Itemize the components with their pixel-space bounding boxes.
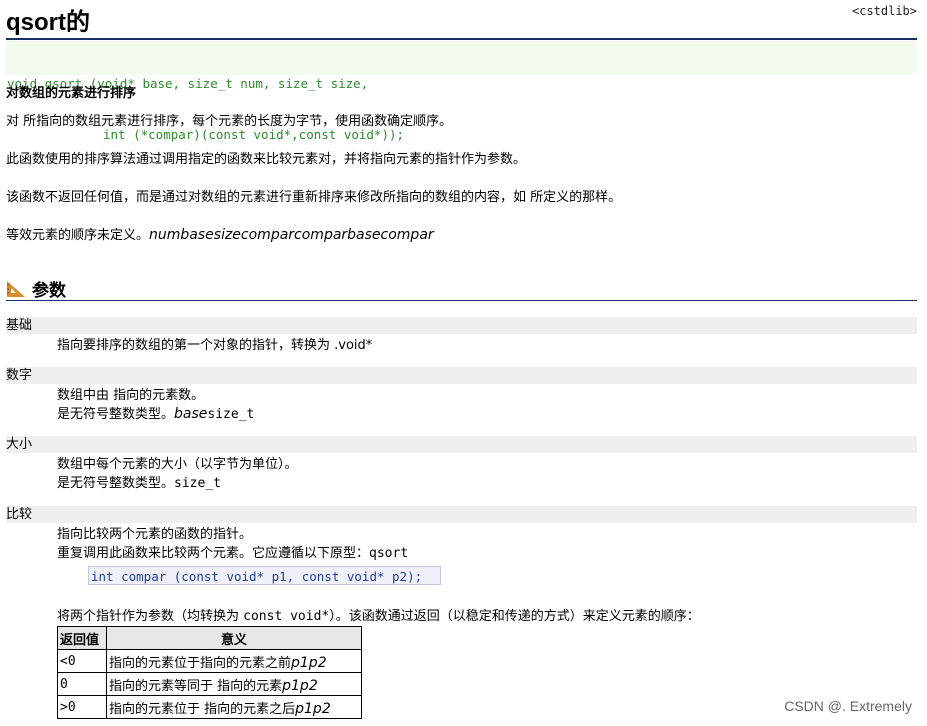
parameters-heading: 参数	[6, 276, 66, 301]
param-size-line-2-code: size_t	[174, 476, 221, 491]
param-name-size: 大小	[6, 436, 917, 453]
table-cell-meaning-text: 指向的元素等同于 指向的元素	[109, 678, 283, 694]
param-num-line-2-italic: base	[174, 406, 208, 422]
param-desc-size: 数组中每个元素的大小（以字节为单位）。 是无符号整数类型。size_t	[57, 455, 298, 493]
table-cell-meaning-italic: p1p2	[282, 677, 318, 694]
table-cell-meaning-text: 指向的元素位于指向的元素之前	[109, 655, 292, 671]
param-compar-line-2-text: 重复调用此函数来比较两个元素。它应遵循以下原型：	[57, 546, 370, 561]
param-compar-line-3-text-2: ）。该函数通过返回（以稳定和传递的方式）来定义元素的顺序：	[329, 609, 700, 624]
param-compar-line-2-code: qsort	[369, 546, 409, 561]
prototype-line-1: void qsort (void* base, size_t num, size…	[7, 76, 369, 91]
table-header-cell: 返回值	[57, 626, 107, 650]
param-name-compar: 比较	[6, 506, 917, 523]
description-paragraph-1: 对 所指向的数组元素进行排序，每个元素的长度为字节，使用函数确定顺序。	[6, 114, 453, 129]
param-size-line-2-text: 是无符号整数类型。	[57, 476, 175, 491]
compar-prototype-code: int compar (const void* p1, const void* …	[88, 566, 441, 585]
param-compar-line-3: 将两个指针作为参数（均转换为 const void*）。该函数通过返回（以稳定和…	[57, 607, 700, 626]
watermark: CSDN @. Extremely	[784, 698, 912, 714]
param-size-line-2: 是无符号整数类型。size_t	[57, 474, 298, 493]
param-num-line-1: 数组中由 指向的元素数。	[57, 388, 205, 403]
param-size-line-1: 数组中每个元素的大小（以字节为单位）。	[57, 457, 298, 472]
description-paragraph-4: 等效元素的顺序未定义。numbasesizecomparcomparbaseco…	[6, 224, 434, 243]
page-title: qsort的	[6, 9, 90, 36]
param-compar-line-3-code: const void*	[243, 609, 330, 624]
function-prototype: void qsort (void* base, size_t num, size…	[6, 41, 917, 142]
table-cell-meaning-text: 指向的元素位于 指向的元素之后	[109, 701, 296, 717]
table-row: <0 指向的元素位于指向的元素之前p1p2	[57, 649, 362, 673]
ruler-triangle-icon	[7, 280, 25, 297]
table-row: 0 指向的元素等同于 指向的元素p1p2	[57, 672, 362, 696]
table-row: >0 指向的元素位于 指向的元素之后p1p2	[57, 695, 362, 719]
section-divider	[6, 300, 917, 301]
param-desc-base: 指向要排序的数组的第一个对象的指针，转换为 .void*	[57, 338, 373, 353]
param-compar-line-1: 指向比较两个元素的函数的指针。	[57, 527, 253, 542]
table-cell-meaning-italic: p1p2	[291, 654, 327, 671]
param-desc-compar: 指向比较两个元素的函数的指针。 重复调用此函数来比较两个元素。它应遵循以下原型：…	[57, 525, 408, 563]
table-cell-value: >0	[57, 695, 107, 719]
param-num-line-2: 是无符号整数类型。basesize_t	[57, 405, 254, 424]
description-paragraph-2: 此函数使用的排序算法通过调用指定的函数来比较元素对，并将指向元素的指针作为参数。	[6, 152, 527, 167]
table-cell-value: 0	[57, 672, 107, 696]
paragraph-4-italic: numbasesizecomparcomparbasecompar	[149, 227, 434, 243]
param-desc-num: 数组中由 指向的元素数。 是无符号整数类型。basesize_t	[57, 386, 254, 424]
table-header-row: 返回值 意义	[57, 626, 362, 650]
param-num-line-2-code: size_t	[207, 407, 255, 422]
table-cell-meaning: 指向的元素等同于 指向的元素p1p2	[106, 672, 362, 696]
table-header-cell: 意义	[106, 626, 362, 650]
table-cell-meaning: 指向的元素位于 指向的元素之后p1p2	[106, 695, 362, 719]
parameters-heading-label: 参数	[32, 281, 66, 301]
paragraph-4-text: 等效元素的顺序未定义。	[6, 228, 150, 243]
title-divider	[6, 38, 917, 40]
table-cell-value: <0	[57, 649, 107, 673]
table-cell-meaning-italic: p1p2	[295, 700, 331, 717]
return-value-table: 返回值 意义 <0 指向的元素位于指向的元素之前p1p2 0 指向的元素等同于 …	[57, 626, 362, 719]
table-cell-meaning: 指向的元素位于指向的元素之前p1p2	[106, 649, 362, 673]
param-compar-line-3-text-1: 将两个指针作为参数（均转换为	[57, 609, 244, 624]
param-name-base: 基础	[6, 317, 917, 334]
param-name-num: 数字	[6, 367, 917, 384]
param-compar-line-2: 重复调用此函数来比较两个元素。它应遵循以下原型：qsort	[57, 544, 408, 563]
description-paragraph-3: 该函数不返回任何值，而是通过对数组的元素进行重新排序来修改所指向的数组的内容，如…	[6, 190, 622, 205]
function-summary: 对数组的元素进行排序	[6, 86, 137, 101]
param-num-line-2-text: 是无符号整数类型。	[57, 407, 175, 422]
header-tag[interactable]: <cstdlib>	[852, 4, 917, 18]
